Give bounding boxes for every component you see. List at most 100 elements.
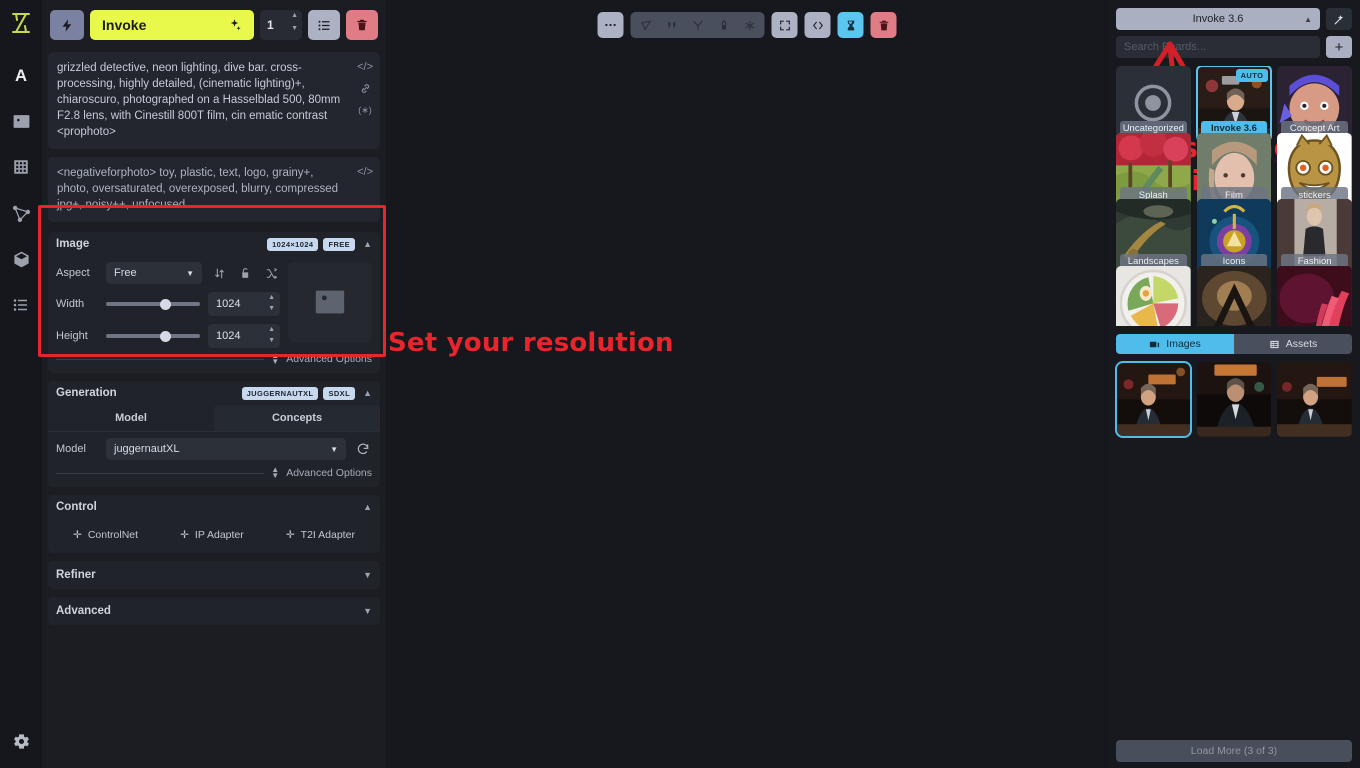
randomize-icon[interactable] [262,264,280,282]
generation-section-body: Model juggernautXL ▼ ▲ ▼ Advanced Options [48,432,380,487]
plus-icon: ✛ [73,529,82,541]
tab-concepts[interactable]: Concepts [214,405,380,431]
height-input[interactable]: 1024 ▲ ▼ [208,324,280,348]
asterisk-icon[interactable] [739,15,761,35]
gallery-image[interactable] [1115,361,1192,438]
control-buttons-row: ✛ ControlNet ✛ IP Adapter ✛ T2I Adapter [48,519,380,553]
add-t2i-adapter-button[interactable]: ✛ T2I Adapter [286,529,355,541]
wand-icon[interactable] [1326,8,1352,30]
add-board-plus-icon[interactable]: + [1326,36,1352,58]
height-stepper-arrows[interactable]: ▲ ▼ [268,326,275,344]
chevron-up-icon[interactable]: ▲ [363,239,372,249]
width-slider[interactable] [106,295,200,313]
delete-image-trash-icon[interactable] [870,12,897,38]
code-icon[interactable]: </> [357,164,373,180]
control-section-header[interactable]: Control ▲ [48,495,380,519]
add-controlnet-button[interactable]: ✛ ControlNet [73,529,138,541]
use-seed-icon[interactable] [687,15,709,35]
upscale-button[interactable] [837,12,864,38]
load-more-button[interactable]: Load More (3 of 3) [1116,740,1352,762]
image-advanced-label: Advanced Options [286,353,372,365]
sidebar-item-queue[interactable] [6,290,36,320]
stepper-arrows[interactable]: ▲ ▼ [291,12,298,32]
invoke-button[interactable]: Invoke [90,10,254,40]
board-select-value: Invoke 3.6 [1192,13,1244,25]
add-ip-adapter-button[interactable]: ✛ IP Adapter [180,529,244,541]
negative-prompt-box[interactable]: <negativeforphoto> toy, plastic, text, l… [48,157,380,222]
t2i-adapter-label: T2I Adapter [300,529,355,541]
height-value: 1024 [216,330,241,342]
board-item[interactable] [1196,265,1272,326]
chevron-up-icon[interactable]: ▲ [363,502,372,512]
clear-queue-trash-icon[interactable] [346,10,378,40]
model-select[interactable]: juggernautXL ▼ [106,438,346,460]
tab-model[interactable]: Model [48,405,214,431]
width-row: Width 1024 ▲ ▼ [56,292,280,316]
lock-aspect-icon[interactable] [236,264,254,282]
board-item[interactable] [1116,265,1191,326]
tab-images[interactable]: Images [1116,334,1234,354]
sidebar-item-node-editor[interactable] [6,198,36,228]
height-slider[interactable] [106,327,200,345]
gallery-image[interactable] [1277,362,1352,437]
sidebar-item-text-to-image[interactable]: A [6,60,36,90]
chevron-down-icon[interactable]: ▼ [363,570,372,580]
tab-assets-label: Assets [1285,338,1318,350]
width-input[interactable]: 1024 ▲ ▼ [208,292,280,316]
queue-list-icon[interactable] [308,10,340,40]
left-icon-rail: A [0,0,42,768]
sidebar-item-unified-canvas[interactable] [6,152,36,182]
swap-dimensions-icon[interactable] [210,264,228,282]
refiner-section[interactable]: Refiner ▼ [48,561,380,589]
image-section-header[interactable]: Image 1024×1024 FREE ▲ [48,232,380,256]
chevron-down-icon[interactable]: ▼ [363,606,372,616]
expand-icon[interactable] [771,12,798,38]
send-to-canvas-icon[interactable] [635,15,657,35]
lightning-icon[interactable] [50,10,84,40]
chevron-up-icon[interactable]: ▲ [363,388,372,398]
advanced-section[interactable]: Advanced ▼ [48,597,380,625]
refresh-icon[interactable] [354,440,372,458]
invoke-logo-icon[interactable] [6,8,36,38]
refiner-section-header[interactable]: Refiner ▼ [48,561,380,589]
assets-icon [1269,339,1280,350]
gear-icon[interactable] [6,726,36,756]
aspect-select[interactable]: Free ▼ [106,262,202,284]
auto-badge: AUTO [1235,69,1269,82]
expand-caret-icon[interactable]: ▲ ▼ [271,352,279,366]
metadata-code-icon[interactable] [804,12,831,38]
board-item[interactable]: Film [1196,132,1272,208]
battery-icon[interactable] [713,15,735,35]
quotes-icon[interactable] [661,15,683,35]
board-item[interactable]: Uncategorized [1116,66,1191,141]
expand-caret-icon[interactable]: ▲ ▼ [271,466,279,480]
image-advanced-options-row[interactable]: ▲ ▼ Advanced Options [56,350,372,366]
link-icon[interactable] [360,83,371,94]
width-stepper-arrows[interactable]: ▲ ▼ [268,294,275,312]
board-select[interactable]: Invoke 3.6 ▲ [1116,8,1320,30]
board-item[interactable]: Landscapes [1116,199,1191,274]
generation-section-header[interactable]: Generation JUGGERNAUTXL SDXL ▲ [48,381,380,405]
gallery-thumb [1116,362,1191,437]
board-item[interactable]: Icons [1196,199,1272,274]
width-value: 1024 [216,298,241,310]
asterisk-circle-icon[interactable]: (∗) [358,102,372,118]
board-item[interactable]: AUTO Invoke 3.6 [1195,66,1273,142]
generation-advanced-options-row[interactable]: ▲ ▼ Advanced Options [56,464,372,480]
board-item[interactable]: Fashion [1277,199,1352,274]
board-item[interactable] [1277,265,1352,326]
tab-assets[interactable]: Assets [1234,334,1352,354]
board-item[interactable]: stickers [1277,132,1352,208]
sidebar-item-image-to-image[interactable] [6,106,36,136]
generation-section: Generation JUGGERNAUTXL SDXL ▲ Model Con… [48,381,380,487]
gallery-image[interactable] [1196,362,1272,437]
sidebar-item-model-manager[interactable] [6,244,36,274]
board-item[interactable]: Splash [1116,132,1191,208]
invoke-button-label: Invoke [102,17,147,33]
board-item[interactable]: Concept Art [1277,66,1352,141]
ellipsis-icon[interactable] [597,12,624,38]
advanced-section-header[interactable]: Advanced ▼ [48,597,380,625]
code-icon[interactable]: </> [357,59,373,75]
iterations-stepper[interactable]: 1 ▲ ▼ [260,10,302,40]
positive-prompt-box[interactable]: grizzled detective, neon lighting, dive … [48,52,380,149]
